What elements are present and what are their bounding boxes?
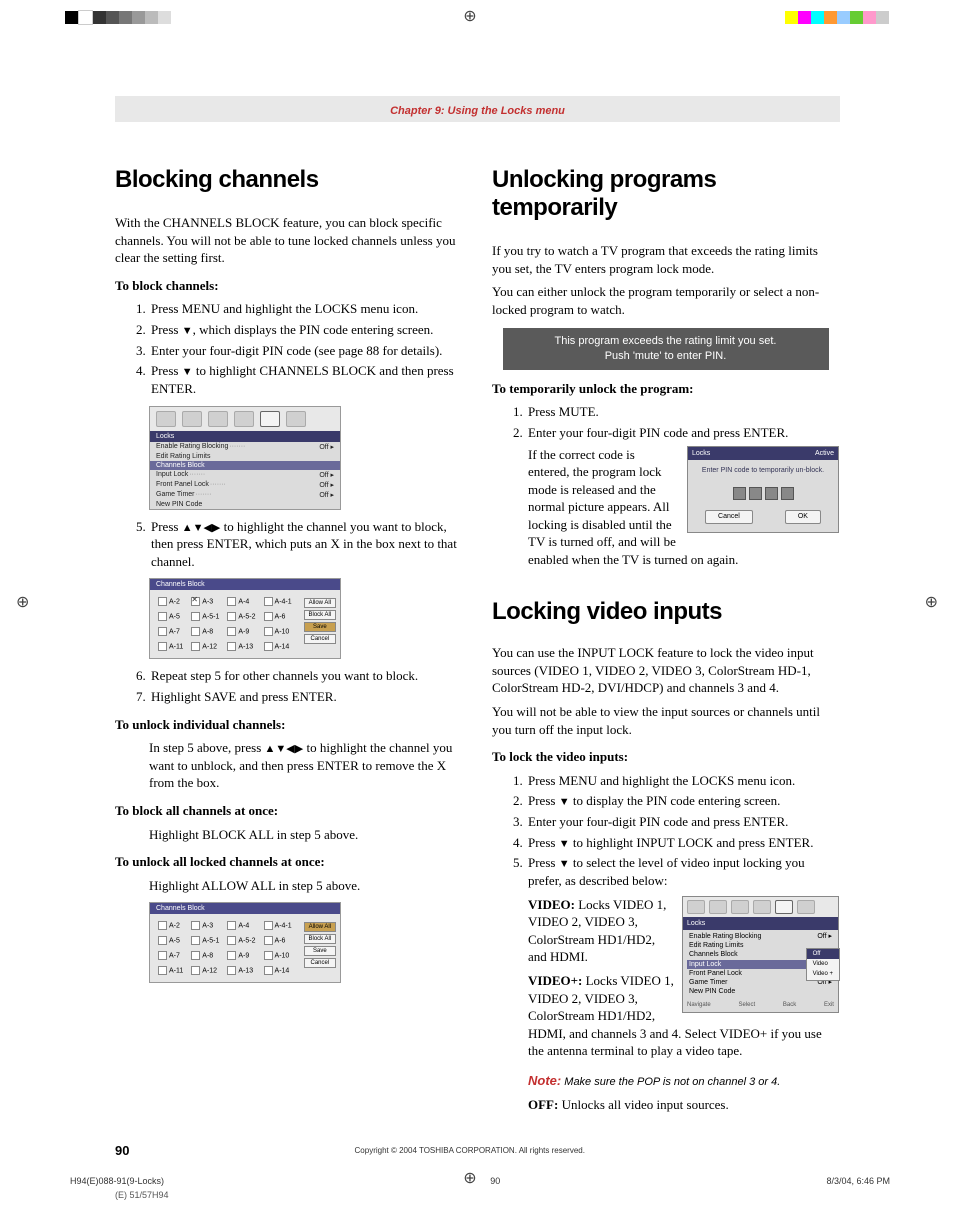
locks-menu-screenshot: Locks Enable Rating BlockingOff ▸ Edit R… [149, 406, 341, 510]
chapter-label: Chapter 9: Using the Locks menu [390, 105, 565, 117]
step-7: Highlight SAVE and press ENTER. [149, 688, 462, 706]
down-arrow-icon: ▼ [559, 858, 570, 870]
channels-block-screenshot-1: Channels Block A-2A-3A-4A-4-1 A-5A-5-1A-… [149, 578, 341, 659]
heading-blocking-channels: Blocking channels [115, 166, 462, 194]
save-button: Save [304, 622, 336, 632]
down-arrow-icon: ▼ [182, 366, 193, 378]
step-3: Enter your four-digit PIN code (see page… [149, 342, 462, 360]
menu-title: Locks [150, 431, 340, 442]
block-all-body: Highlight BLOCK ALL in step 5 above. [149, 826, 462, 844]
channel-grid: A-2A-3A-4A-4-1 A-5A-5-1A-5-2A-6 A-7A-8A-… [154, 918, 296, 978]
step-1: Press MENU and highlight the LOCKS menu … [149, 300, 462, 318]
down-arrow-icon: ▼ [559, 838, 570, 850]
input-lock-menu-screenshot: Locks Enable Rating BlockingOff ▸ Edit R… [682, 896, 839, 1013]
chapter-header-band: Chapter 9: Using the Locks menu [115, 96, 840, 122]
note-line: Note: Make sure the POP is not on channe… [528, 1072, 839, 1090]
subhead-lock-inputs: To lock the video inputs: [492, 748, 839, 766]
subhead-block-all: To block all channels at once: [115, 802, 462, 820]
heading-unlocking: Unlocking programs temporarily [492, 166, 839, 222]
input-lock-flyout: Off Video Video + [806, 948, 840, 980]
cancel-button: Cancel [304, 634, 336, 644]
subhead-unlock-individual: To unlock individual channels: [115, 716, 462, 734]
block-all-button: Block All [304, 934, 336, 944]
lock-step-4: Press ▼ to highlight INPUT LOCK and pres… [526, 834, 839, 852]
lock-step-3: Enter your four-digit PIN code and press… [526, 813, 839, 831]
save-button: Save [304, 946, 336, 956]
pin-entry-dialog: LocksActive Enter PIN code to temporaril… [687, 446, 839, 533]
heading-locking-inputs: Locking video inputs [492, 598, 839, 626]
subhead-to-block: To block channels: [115, 277, 462, 295]
page-footer: 90 Copyright © 2004 TOSHIBA CORPORATION.… [115, 1143, 840, 1158]
left-column: Blocking channels With the CHANNELS BLOC… [115, 150, 462, 1121]
ok-button: OK [785, 510, 821, 523]
registration-mark-left: ⊕ [16, 592, 29, 612]
subhead-temp-unlock: To temporarily unlock the program: [492, 380, 839, 398]
temp-step-2: Enter your four-digit PIN code and press… [526, 424, 839, 568]
lock-step-1: Press MENU and highlight the LOCKS menu … [526, 772, 839, 790]
step-4: Press ▼ to highlight CHANNELS BLOCK and … [149, 362, 462, 397]
print-metadata: H94(E)088-91(9-Locks) 90 8/3/04, 6:46 PM [70, 1176, 890, 1186]
lock-inputs-intro-2: You will not be able to view the input s… [492, 703, 839, 738]
copyright-text: Copyright © 2004 TOSHIBA CORPORATION. Al… [129, 1146, 810, 1155]
cancel-button: Cancel [304, 958, 336, 968]
registration-mark-right: ⊕ [925, 592, 938, 612]
allow-all-button: Allow All [304, 922, 336, 932]
print-color-bars [0, 10, 954, 25]
page-number: 90 [115, 1143, 129, 1158]
intro-text: With the CHANNELS BLOCK feature, you can… [115, 214, 462, 267]
unlock-intro-1: If you try to watch a TV program that ex… [492, 242, 839, 277]
step-6: Repeat step 5 for other channels you wan… [149, 667, 462, 685]
right-column: Unlocking programs temporarily If you tr… [492, 150, 839, 1121]
temp-step-1: Press MUTE. [526, 403, 839, 421]
block-all-button: Block All [304, 610, 336, 620]
channels-block-screenshot-2: Channels Block A-2A-3A-4A-4-1 A-5A-5-1A-… [149, 902, 341, 983]
channel-grid: A-2A-3A-4A-4-1 A-5A-5-1A-5-2A-6 A-7A-8A-… [154, 594, 296, 654]
lock-inputs-intro-1: You can use the INPUT LOCK feature to lo… [492, 644, 839, 697]
pin-fields [688, 487, 838, 500]
rating-limit-message: This program exceeds the rating limit yo… [503, 328, 829, 370]
lock-step-2: Press ▼ to display the PIN code entering… [526, 792, 839, 810]
allow-all-button: Allow All [304, 598, 336, 608]
cancel-button: Cancel [705, 510, 753, 523]
unlock-individual-body: In step 5 above, press ▲▼◀▶ to highlight… [149, 739, 462, 792]
trim-label: (E) 51/57H94 [115, 1190, 169, 1200]
nav-arrows-icon: ▲▼◀▶ [265, 743, 304, 755]
subhead-unlock-all: To unlock all locked channels at once: [115, 853, 462, 871]
unlock-all-body: Highlight ALLOW ALL in step 5 above. [149, 877, 462, 895]
down-arrow-icon: ▼ [559, 796, 570, 808]
off-option: OFF: Unlocks all video input sources. [528, 1096, 839, 1114]
unlock-intro-2: You can either unlock the program tempor… [492, 283, 839, 318]
step-2: Press ▼, which displays the PIN code ent… [149, 321, 462, 339]
step-5: Press ▲▼◀▶ to highlight the channel you … [149, 518, 462, 571]
down-arrow-icon: ▼ [182, 325, 193, 337]
nav-arrows-icon: ▲▼◀▶ [182, 522, 221, 534]
lock-step-5: Press ▼ to select the level of video inp… [526, 854, 839, 1113]
